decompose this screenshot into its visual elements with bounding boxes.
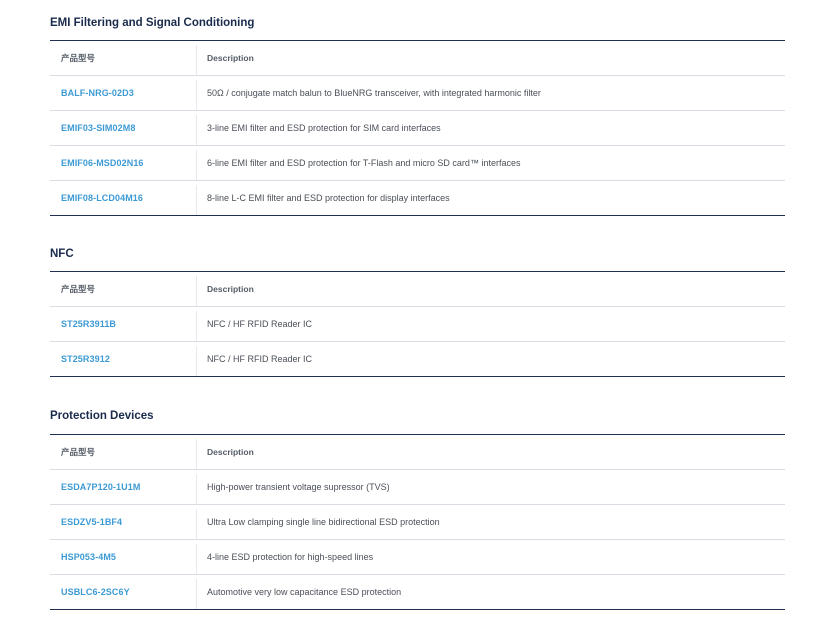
part-number-link[interactable]: EMIF08-LCD04M16 xyxy=(61,193,143,203)
part-description: Ultra Low clamping single line bidirecti… xyxy=(207,517,440,527)
table-row: BALF-NRG-02D3 50Ω / conjugate match balu… xyxy=(50,76,785,111)
column-header-description: Description xyxy=(207,53,254,63)
table-row: ESDA7P120-1U1M High-power transient volt… xyxy=(50,470,785,505)
section-emi-filtering: EMI Filtering and Signal Conditioning 产品… xyxy=(50,15,785,216)
product-table: 产品型号 Description ST25R3911B NFC / HF RFI… xyxy=(50,271,785,377)
table-row: ST25R3911B NFC / HF RFID Reader IC xyxy=(50,307,785,342)
part-description: 6-line EMI filter and ESD protection for… xyxy=(207,158,521,168)
column-header-part: 产品型号 xyxy=(61,53,96,63)
table-row: ST25R3912 NFC / HF RFID Reader IC xyxy=(50,342,785,376)
part-description: 50Ω / conjugate match balun to BlueNRG t… xyxy=(207,88,541,98)
section-protection-devices: Protection Devices 产品型号 Description ESDA… xyxy=(50,408,785,610)
table-row: EMIF03-SIM02M8 3-line EMI filter and ESD… xyxy=(50,111,785,146)
part-number-link[interactable]: ESDZV5-1BF4 xyxy=(61,517,122,527)
part-description: 8-line L-C EMI filter and ESD protection… xyxy=(207,193,450,203)
part-description: Automotive very low capacitance ESD prot… xyxy=(207,587,402,597)
part-number-link[interactable]: ST25R3912 xyxy=(61,354,110,364)
section-title: NFC xyxy=(50,248,74,260)
part-number-link[interactable]: USBLC6-2SC6Y xyxy=(61,587,130,597)
product-table: 产品型号 Description BALF-NRG-02D3 50Ω / con… xyxy=(50,40,785,216)
part-description: 4-line ESD protection for high-speed lin… xyxy=(207,552,374,562)
part-number-link[interactable]: EMIF03-SIM02M8 xyxy=(61,123,135,133)
table-row: HSP053-4M5 4-line ESD protection for hig… xyxy=(50,540,785,575)
section-title: EMI Filtering and Signal Conditioning xyxy=(50,17,255,29)
part-description: 3-line EMI filter and ESD protection for… xyxy=(207,123,441,133)
table-row: USBLC6-2SC6Y Automotive very low capacit… xyxy=(50,575,785,609)
column-header-part: 产品型号 xyxy=(61,284,96,294)
table-row: EMIF06-MSD02N16 6-line EMI filter and ES… xyxy=(50,146,785,181)
part-number-link[interactable]: BALF-NRG-02D3 xyxy=(61,88,134,98)
section-nfc: NFC 产品型号 Description ST25R3911B NFC / HF… xyxy=(50,246,785,377)
part-number-link[interactable]: EMIF06-MSD02N16 xyxy=(61,158,144,168)
part-number-link[interactable]: ST25R3911B xyxy=(61,319,116,329)
table-row: ESDZV5-1BF4 Ultra Low clamping single li… xyxy=(50,505,785,540)
table-header-row: 产品型号 Description xyxy=(50,41,785,76)
part-description: NFC / HF RFID Reader IC xyxy=(207,354,313,364)
section-title: Protection Devices xyxy=(50,410,154,422)
part-number-link[interactable]: ESDA7P120-1U1M xyxy=(61,482,140,492)
column-header-description: Description xyxy=(207,447,254,457)
table-header-row: 产品型号 Description xyxy=(50,272,785,307)
part-description: NFC / HF RFID Reader IC xyxy=(207,319,313,329)
table-row: EMIF08-LCD04M16 8-line L-C EMI filter an… xyxy=(50,181,785,215)
table-header-row: 产品型号 Description xyxy=(50,435,785,470)
column-header-part: 产品型号 xyxy=(61,447,96,457)
product-table: 产品型号 Description ESDA7P120-1U1M High-pow… xyxy=(50,434,785,610)
part-number-link[interactable]: HSP053-4M5 xyxy=(61,552,116,562)
part-description: High-power transient voltage supressor (… xyxy=(207,482,390,492)
column-header-description: Description xyxy=(207,284,254,294)
